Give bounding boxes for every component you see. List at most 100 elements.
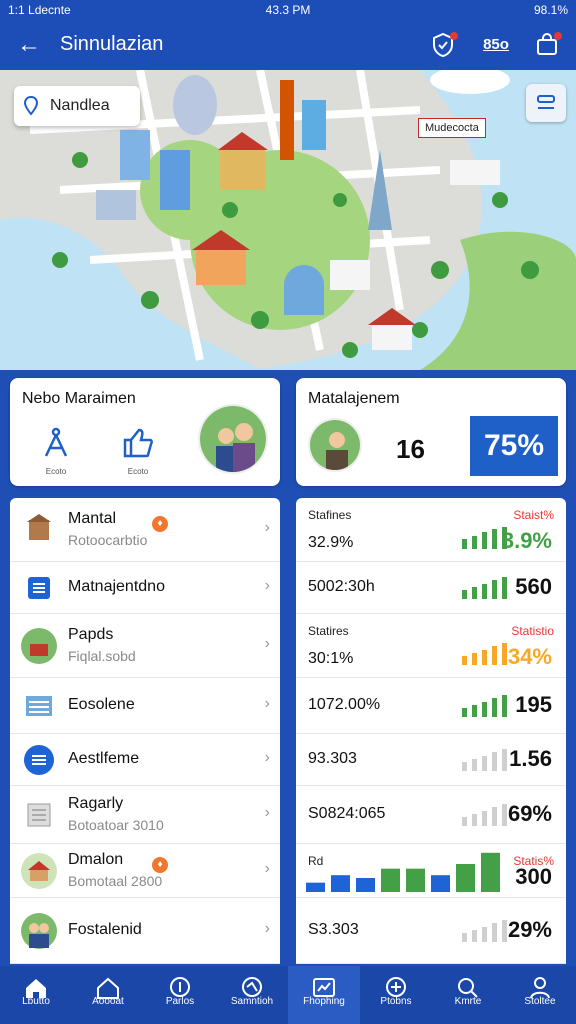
stat-row[interactable]: Stafines Staist% 32.9% 3.9% <box>296 498 566 562</box>
list-item[interactable]: Ragarly Botoatoar 3010 › <box>10 786 280 844</box>
search-icon <box>432 966 504 998</box>
list-item-title: Matnajentdno <box>68 578 165 595</box>
fire-icon: ♦ <box>152 857 168 873</box>
chevron-right-icon: › <box>264 920 270 937</box>
mini-bar <box>472 930 477 942</box>
list-item-title: Dmalon <box>68 851 124 868</box>
mini-bar <box>482 927 487 942</box>
location-card[interactable]: Nandlea <box>14 86 140 126</box>
mini-bar <box>482 756 487 771</box>
home-icon <box>20 852 58 890</box>
tool-caption: Ecoto <box>127 467 149 476</box>
chart-bar-3 <box>356 878 375 892</box>
mini-bar <box>502 643 507 665</box>
nav-item-2[interactable]: Aoooat <box>72 966 144 1024</box>
list-item[interactable]: Papds Fiqlal.sobd › <box>10 614 280 678</box>
mini-bar <box>502 749 507 771</box>
card-title: Nebo Maraimen <box>22 390 136 407</box>
stats-list: Stafines Staist% 32.9% 3.9% 5002:30h 560 Stati… <box>296 498 566 964</box>
mini-bar-chart <box>462 920 507 942</box>
stat-big-value: 300 <box>515 864 552 889</box>
percent-badge[interactable]: 75% <box>470 416 558 476</box>
list-item[interactable]: Eosolene › <box>10 678 280 734</box>
nav-label: Fhophing <box>303 996 345 1007</box>
avatar[interactable] <box>308 418 362 472</box>
stat-big-value: 195 <box>515 692 552 717</box>
nav-item-8[interactable]: Stoltee <box>504 966 576 1024</box>
stat-row[interactable]: S0824:065 69% <box>296 786 566 844</box>
summary-card-right[interactable]: Matalajenem 16 75% <box>296 378 566 486</box>
mini-bar <box>492 807 497 826</box>
avatar[interactable] <box>198 404 268 474</box>
stat-value: S3.303 <box>308 921 359 938</box>
compass-icon <box>216 966 288 997</box>
back-arrow-icon[interactable]: ← <box>14 30 44 60</box>
stat-big-value: 1.56 <box>509 746 552 771</box>
like-tool[interactable]: Ecoto <box>120 426 156 476</box>
list-icon <box>20 741 58 779</box>
stat-big-value: 69% <box>507 801 552 826</box>
list-item[interactable]: Matnajentdno › <box>10 562 280 614</box>
stat-label: Stafines <box>308 508 352 522</box>
nav-label: Samntioh <box>230 996 274 1007</box>
stat-row[interactable]: 1072.00% 195 <box>296 678 566 734</box>
mini-bar-chart <box>462 643 507 665</box>
nav-item-7[interactable]: Kmrte <box>432 966 504 1024</box>
nav-item-4[interactable]: Samntioh <box>216 966 288 1024</box>
nav-item-5[interactable]: Fhophing <box>288 966 360 1024</box>
city-map[interactable]: Nandlea Mudecocta <box>0 70 576 370</box>
clock-icon <box>144 966 216 997</box>
mini-bar <box>492 580 497 599</box>
mini-bar <box>482 532 487 549</box>
stat-row[interactable]: 93.303 1.56 <box>296 734 566 786</box>
compass-tool[interactable]: Ecoto <box>38 426 74 476</box>
mini-bar <box>482 702 487 717</box>
summary-card-left[interactable]: Nebo Maraimen Ecoto Ecoto <box>10 378 280 486</box>
list-item[interactable]: Aestlfeme › <box>10 734 280 786</box>
mini-bar <box>482 650 487 665</box>
bag-icon[interactable] <box>532 30 562 60</box>
list-item-title: Ragarly <box>68 795 124 812</box>
list-item[interactable]: Fostalenid › <box>10 898 280 964</box>
nav-label: Ptobns <box>380 996 412 1007</box>
chevron-right-icon: › <box>264 804 270 821</box>
compass-icon <box>44 427 68 457</box>
group-icon <box>20 912 58 950</box>
notification-dot <box>450 32 458 40</box>
stat-big-value: 3.9% <box>501 528 552 553</box>
profile-icon <box>504 966 576 999</box>
chevron-right-icon: › <box>264 749 270 766</box>
list-item-subtitle: Rotoocarbtio <box>68 532 148 548</box>
home-icon <box>0 966 72 998</box>
mini-bar <box>472 536 477 549</box>
nav-item-6[interactable]: Ptobns <box>360 966 432 1024</box>
stat-row[interactable]: S3.303 29% <box>296 898 566 964</box>
stat-big-value: 34% <box>507 644 552 669</box>
timer-button[interactable]: 85o <box>478 30 514 60</box>
fire-icon: ♦ <box>152 516 168 532</box>
shield-icon[interactable] <box>428 30 458 60</box>
list-item-subtitle: Bomotaal 2800 <box>68 873 163 889</box>
list-item-title: Papds <box>68 626 114 643</box>
mini-bar-chart <box>462 804 507 826</box>
mini-bar <box>502 920 507 942</box>
stat-row[interactable]: 5002:30h 560 <box>296 562 566 614</box>
member-count: 16 <box>396 434 425 464</box>
nav-item-1[interactable]: Lbutto <box>0 966 72 1024</box>
map-layers-button[interactable] <box>526 84 566 122</box>
stat-value: 30:1% <box>308 650 354 667</box>
stat-row[interactable]: Statires Statistio 30:1% 34% <box>296 614 566 678</box>
stat-row[interactable]: Rd Statis% 300 <box>296 844 566 898</box>
list-item-title: Eosolene <box>68 696 135 713</box>
nav-item-3[interactable]: Parlos <box>144 966 216 1024</box>
mini-bar-chart <box>462 749 507 771</box>
house-outline-icon <box>72 966 144 999</box>
list-item[interactable]: Dmalon Bomotaal 2800 ♦ › <box>10 844 280 898</box>
list-item-title: Mantal <box>68 510 117 527</box>
status-time: 43.3 PM <box>265 3 311 17</box>
menu-list: Mantal Rotoocarbtio ♦ › Matnajentdno › Papds Fi… <box>10 498 280 964</box>
list-item-subtitle: Botoatoar 3010 <box>68 817 164 833</box>
mini-bar-chart <box>462 527 507 549</box>
mini-bar <box>462 933 467 942</box>
list-item[interactable]: Mantal Rotoocarbtio ♦ › <box>10 498 280 562</box>
